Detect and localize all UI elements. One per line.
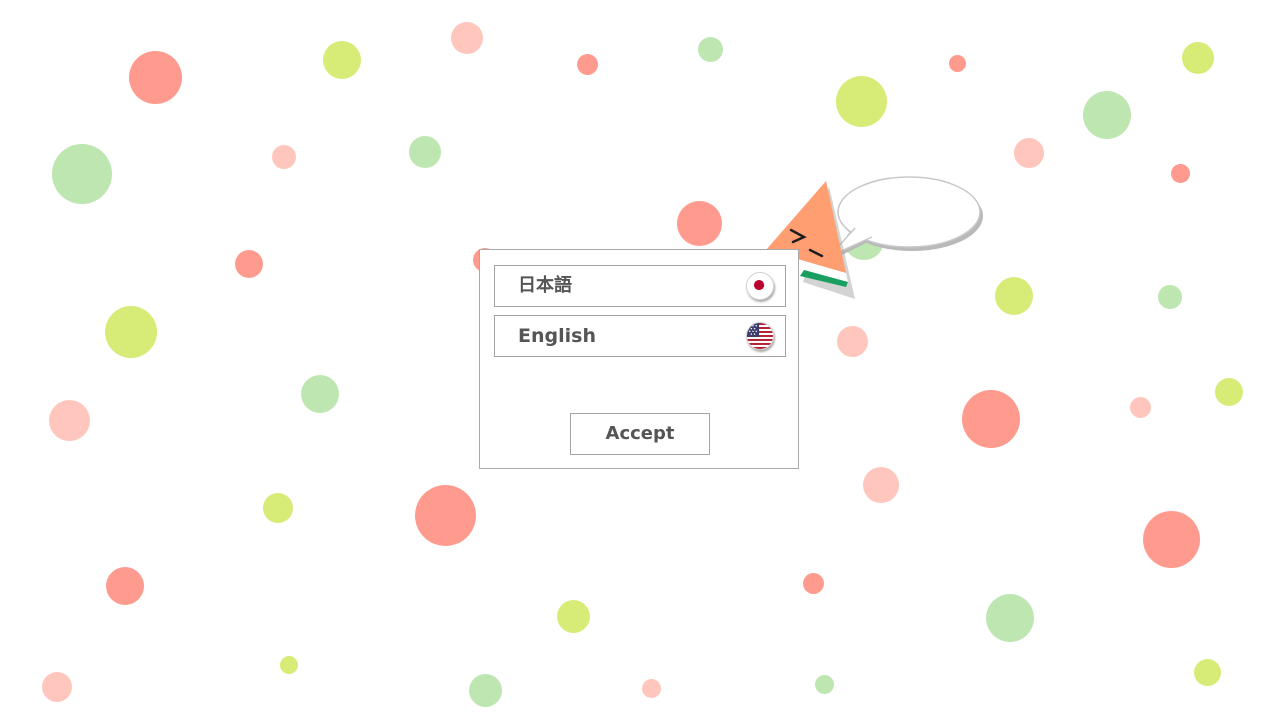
background-dot (1158, 285, 1182, 309)
language-label: English (518, 325, 596, 347)
background-dot (815, 675, 834, 694)
language-label: 日本語 (518, 275, 572, 296)
background-dot (803, 573, 824, 594)
background-dot (677, 201, 722, 246)
language-option-japanese[interactable]: 日本語 (494, 265, 786, 307)
accept-button[interactable]: Accept (570, 413, 710, 455)
background-dot (235, 250, 263, 278)
background-dot (52, 144, 112, 204)
background-dot (469, 674, 502, 707)
background-dot (263, 493, 293, 523)
background-dot (42, 672, 72, 702)
background-dot (557, 600, 590, 633)
background-dot (1182, 42, 1214, 74)
background-dot (1083, 91, 1131, 139)
language-dialog: 日本語 English Accept (479, 249, 799, 469)
background-dot (301, 375, 339, 413)
background-dot (1215, 378, 1243, 406)
background-dot (272, 145, 296, 169)
background-dot (1194, 659, 1221, 686)
background-dot (986, 594, 1034, 642)
background-dot (949, 55, 966, 72)
background-dot (837, 326, 868, 357)
background-dot (1171, 164, 1190, 183)
background-dot (105, 306, 157, 358)
background-dot (129, 51, 182, 104)
background-dot (577, 54, 598, 75)
background-dot (409, 136, 441, 168)
us-flag-icon (746, 322, 774, 350)
background-dot (962, 390, 1020, 448)
background-dot (280, 656, 298, 674)
background-dot (642, 679, 661, 698)
background-dot (1130, 397, 1151, 418)
background-dot (863, 467, 899, 503)
background-dot (323, 41, 361, 79)
background-dot (1014, 138, 1044, 168)
background-dot (451, 22, 483, 54)
background-dot (415, 485, 476, 546)
background-dot (836, 76, 887, 127)
background-dot (995, 277, 1033, 315)
background-dot (1143, 511, 1200, 568)
background-dot (698, 37, 723, 62)
background-dot (106, 567, 144, 605)
language-option-english[interactable]: English (494, 315, 786, 357)
background-dot (49, 400, 90, 441)
japan-flag-icon (746, 272, 774, 300)
